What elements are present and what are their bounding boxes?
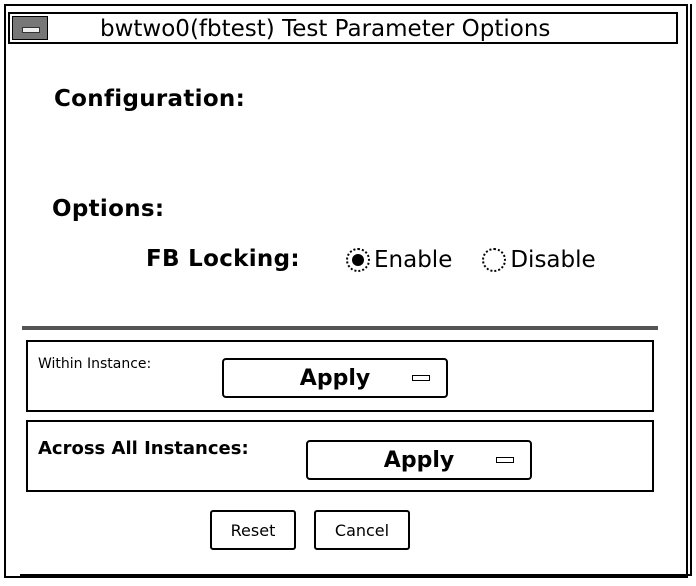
window-bottom-edge (20, 574, 690, 576)
options-label: Options: (52, 196, 165, 222)
configuration-label: Configuration: (54, 86, 246, 112)
fb-locking-radio-group: Enable Disable (346, 243, 626, 277)
within-instance-apply-label: Apply (299, 365, 371, 391)
reset-button[interactable]: Reset (210, 510, 296, 550)
disable-label: Disable (510, 247, 596, 273)
disable-radio[interactable]: Disable (482, 247, 596, 273)
across-instances-apply-label: Apply (383, 447, 455, 473)
radio-selected-icon (346, 248, 370, 272)
menu-indicator-icon (496, 457, 514, 463)
reset-label: Reset (230, 520, 276, 540)
menu-indicator-icon (412, 375, 430, 381)
enable-radio[interactable]: Enable (346, 247, 452, 273)
window-edge (690, 4, 692, 576)
section-divider (22, 326, 658, 330)
cancel-label: Cancel (334, 520, 390, 540)
within-instance-apply-button[interactable]: Apply (222, 358, 448, 398)
within-instance-label: Within Instance: (38, 356, 152, 372)
window-title: bwtwo0(fbtest) Test Parameter Options (100, 16, 551, 42)
across-instances-panel: Across All Instances: Apply (26, 420, 654, 492)
across-instances-label: Across All Instances: (38, 438, 249, 459)
across-instances-apply-button[interactable]: Apply (306, 440, 532, 480)
cancel-button[interactable]: Cancel (314, 510, 410, 550)
window-menu-icon[interactable] (12, 16, 48, 40)
fb-locking-label: FB Locking: (146, 246, 300, 272)
within-instance-panel: Within Instance: Apply (26, 340, 654, 412)
radio-unselected-icon (482, 248, 507, 272)
enable-label: Enable (374, 247, 453, 273)
title-bar[interactable]: bwtwo0(fbtest) Test Parameter Options (8, 12, 678, 44)
